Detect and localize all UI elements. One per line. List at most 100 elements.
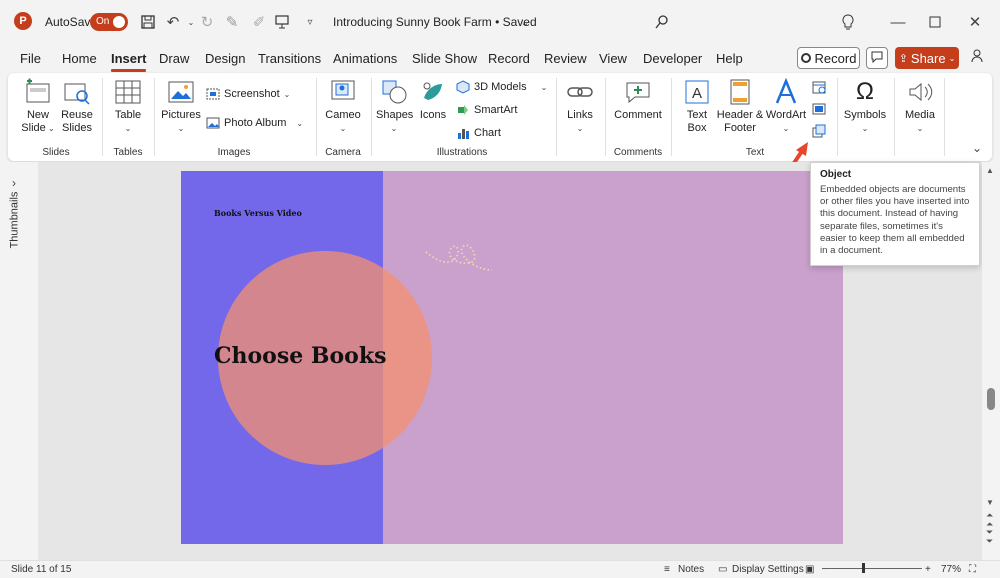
tab-transitions[interactable]: Transitions <box>258 51 321 66</box>
group-label-illustrations: Illustrations <box>436 147 488 158</box>
scrollbar-thumb[interactable] <box>987 388 995 410</box>
text-box-icon: A <box>685 80 709 104</box>
tab-file[interactable]: File <box>20 51 41 66</box>
normal-view-icon[interactable]: ▣ <box>805 564 814 575</box>
display-settings-icon[interactable]: ▭ <box>718 564 727 575</box>
search-icon[interactable] <box>652 12 672 32</box>
screenshot-button[interactable]: Screenshot ⌄ <box>206 87 290 101</box>
record-button[interactable]: Record <box>797 47 860 69</box>
cameo-label: Cameo <box>325 109 361 121</box>
next-slide-icon[interactable]: ⏷ ⏷ <box>986 528 993 546</box>
slide-title[interactable]: Choose Books <box>214 343 386 369</box>
cameo-button[interactable]: Cameo ⌄ <box>322 78 364 135</box>
tab-insert[interactable]: Insert <box>111 51 147 72</box>
pictures-button[interactable]: Pictures ⌄ <box>160 78 202 135</box>
photo-album-button[interactable]: Photo Album ⌄ <box>206 116 303 130</box>
present-icon[interactable] <box>272 12 292 32</box>
format-painter-icon[interactable]: ✎ <box>222 12 242 32</box>
group-divider <box>316 78 317 156</box>
chart-label: Chart <box>474 127 501 139</box>
symbols-button[interactable]: Ω Symbols ⌄ <box>843 78 887 135</box>
draw-icon[interactable]: ✐ <box>249 12 269 32</box>
tab-developer[interactable]: Developer <box>643 51 702 66</box>
flourish-decoration-icon <box>425 244 493 271</box>
tab-draw[interactable]: Draw <box>159 51 189 66</box>
tab-record[interactable]: Record <box>488 51 530 66</box>
smartart-icon <box>458 105 468 115</box>
tooltip-body: Embedded objects are documents or other … <box>820 184 970 257</box>
ribbon-expand-chevron-icon[interactable]: ⌄ <box>972 141 982 155</box>
scroll-up-icon[interactable]: ▲ <box>986 166 994 175</box>
text-box-button[interactable]: A Text Box <box>678 78 716 135</box>
tab-view[interactable]: View <box>599 51 627 66</box>
customize-toolbar-icon[interactable]: ▿ <box>300 12 320 32</box>
maximize-icon[interactable] <box>925 12 945 32</box>
comments-button[interactable] <box>866 47 888 69</box>
new-slide-chevron-icon: ⌄ <box>45 124 55 133</box>
smartart-button[interactable]: SmartArt <box>456 103 517 117</box>
record-icon <box>800 53 811 63</box>
date-time-icon[interactable] <box>812 80 826 94</box>
thumbnails-expand-icon[interactable]: › <box>12 176 16 190</box>
symbols-label: Symbols <box>843 109 887 121</box>
minimize-icon[interactable]: — <box>888 12 908 32</box>
screenshot-label: Screenshot <box>224 88 280 100</box>
reuse-slides-button[interactable]: Reuse Slides <box>60 78 94 135</box>
cameo-chevron-icon: ⌄ <box>339 124 347 133</box>
slide-subtitle[interactable]: Books Versus Video <box>214 208 302 218</box>
table-button[interactable]: Table ⌄ <box>110 78 146 135</box>
lightbulb-icon[interactable] <box>838 12 858 32</box>
display-settings-button[interactable]: Display Settings <box>732 564 804 575</box>
zoom-level[interactable]: 77% <box>941 564 961 575</box>
tab-animations[interactable]: Animations <box>333 51 397 66</box>
slide-number-icon[interactable] <box>812 102 826 116</box>
photo-album-chevron-icon: ⌄ <box>296 118 304 128</box>
shapes-label: Shapes <box>376 109 414 121</box>
share-button[interactable]: ⇪ Share ⌄ <box>895 47 959 69</box>
wordart-button[interactable]: WordArt ⌄ <box>764 78 808 135</box>
icons-button[interactable]: Icons <box>416 78 450 122</box>
new-comment-button[interactable]: Comment <box>612 78 664 122</box>
group-divider <box>894 78 895 156</box>
media-button[interactable]: Media ⌄ <box>900 78 940 135</box>
header-footer-button[interactable]: Header & Footer <box>716 78 764 135</box>
omega-icon: Ω <box>856 78 874 105</box>
document-title[interactable]: Introducing Sunny Book Farm • Saved <box>333 15 537 29</box>
scroll-down-icon[interactable]: ▼ <box>986 498 994 507</box>
notes-icon[interactable]: ≡ <box>664 564 670 575</box>
3d-models-button[interactable]: 3D Models ⌄ <box>456 80 547 94</box>
coauthor-icon[interactable] <box>970 48 986 68</box>
links-button[interactable]: Links ⌄ <box>562 78 598 135</box>
redo-icon[interactable]: ↻ <box>197 12 217 32</box>
close-icon[interactable]: ✕ <box>965 12 985 32</box>
reuse-slides-label: Reuse Slides <box>61 109 93 134</box>
group-label-images: Images <box>217 147 251 158</box>
wordart-label: WordArt <box>765 109 807 121</box>
tab-help[interactable]: Help <box>716 51 743 66</box>
save-icon[interactable] <box>138 12 158 32</box>
title-chevron-down-icon[interactable]: ⌄ <box>515 12 535 32</box>
fit-slide-icon[interactable]: ⛶ <box>969 564 976 575</box>
chart-button[interactable]: Chart <box>456 126 501 140</box>
zoom-in-icon[interactable]: + <box>925 564 931 575</box>
zoom-slider-thumb[interactable] <box>862 563 865 573</box>
group-label-tables: Tables <box>113 147 143 158</box>
notes-button[interactable]: Notes <box>678 564 704 575</box>
tab-design[interactable]: Design <box>205 51 245 66</box>
undo-icon[interactable]: ↶ <box>163 12 183 32</box>
tab-slide-show[interactable]: Slide Show <box>412 51 477 66</box>
screenshot-icon <box>206 88 220 100</box>
zoom-out-icon[interactable]: − <box>822 564 828 575</box>
group-divider <box>671 78 672 156</box>
new-slide-button[interactable]: New Slide ⌄ <box>18 78 58 135</box>
zoom-slider-track[interactable] <box>822 568 922 569</box>
autosave-toggle[interactable]: On <box>90 13 128 31</box>
tab-home[interactable]: Home <box>62 51 97 66</box>
insert-object-icon[interactable] <box>812 124 826 138</box>
tab-review[interactable]: Review <box>544 51 587 66</box>
thumbnails-label[interactable]: Thumbnails <box>8 192 20 249</box>
shapes-button[interactable]: Shapes ⌄ <box>376 78 414 135</box>
header-footer-label: Header & Footer <box>716 109 764 134</box>
group-label-camera: Camera <box>325 147 361 158</box>
slide[interactable]: Books Versus Video Choose Books <box>181 171 843 544</box>
